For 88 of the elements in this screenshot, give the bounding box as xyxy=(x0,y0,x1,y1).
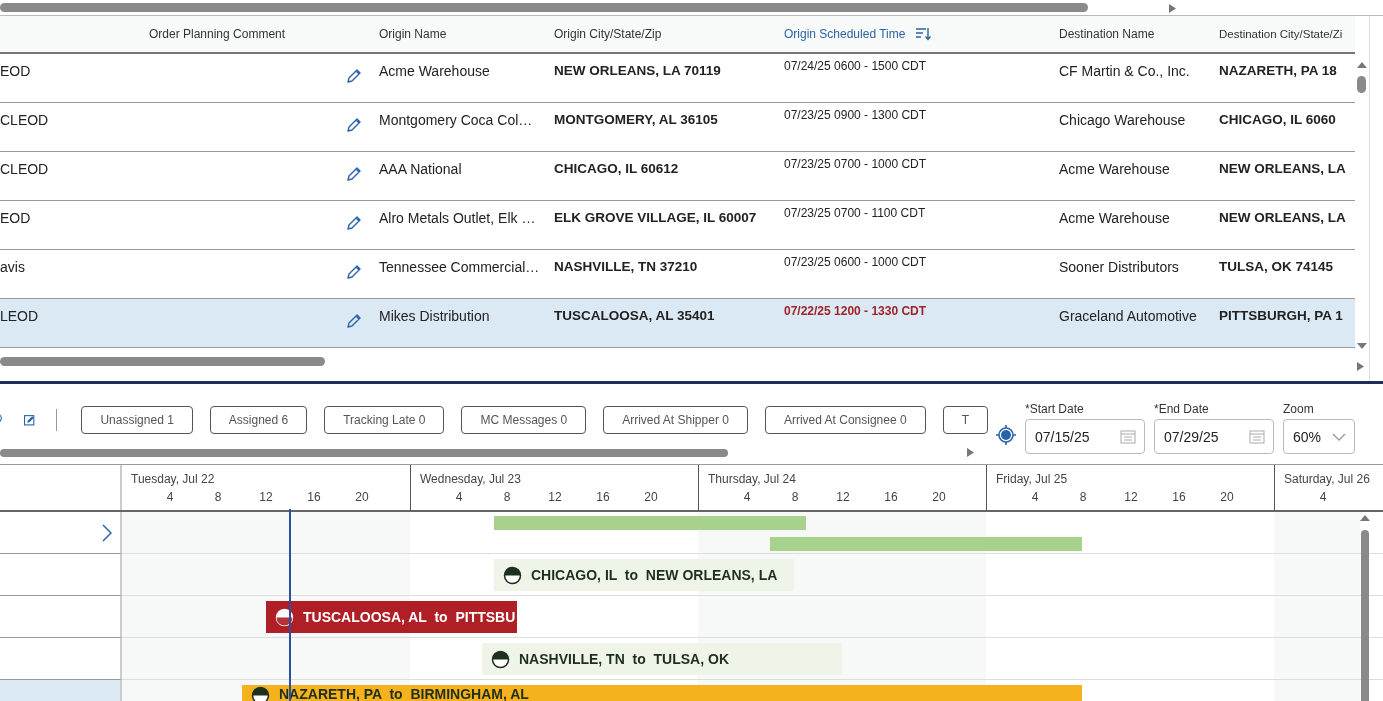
table-cell: LEOD xyxy=(0,308,39,324)
table-cell: 07/23/25 0600 - 1000 CDT xyxy=(784,255,927,269)
hour-label: 4 xyxy=(166,490,174,504)
hour-label: 8 xyxy=(1079,490,1087,504)
table-cell: MONTGOMERY, AL 36105 xyxy=(554,112,718,127)
table-cell: Graceland Automotive xyxy=(1059,308,1197,324)
table-cell: Montgomery Coca Col… xyxy=(379,112,533,128)
day-label: Saturday, Jul 26 xyxy=(1284,472,1370,486)
day-label: Friday, Jul 25 xyxy=(996,472,1068,486)
table-cell: ELK GROVE VILLAGE, IL 60007 xyxy=(554,210,757,225)
table-cell: Mikes Distribution xyxy=(379,308,490,324)
table-cell: NASHVILLE, TN 37210 xyxy=(554,259,698,274)
day-label: Thursday, Jul 24 xyxy=(708,472,796,486)
load-bar[interactable]: CHICAGO, IL to NEW ORLEANS, LA xyxy=(494,559,794,591)
hour-label: 4 xyxy=(743,490,751,504)
table-cell: AAA National xyxy=(379,161,462,177)
route-label: NASHVILLE, TN to TULSA, OK xyxy=(519,651,729,667)
field-label: *Start Date xyxy=(1025,402,1085,416)
table-cell: PITTSBURGH, PA 1 xyxy=(1219,308,1343,323)
hour-label: 12 xyxy=(1124,490,1138,504)
start-date-field[interactable]: 07/15/25 xyxy=(1025,419,1145,454)
column-header[interactable]: Destination City/State/Zi xyxy=(1219,28,1343,40)
table-cell: NEW ORLEANS, LA 70119 xyxy=(554,63,721,78)
column-header[interactable]: Origin Scheduled Time xyxy=(784,27,906,41)
table-cell: CLEOD xyxy=(0,161,49,177)
table-cell: CHICAGO, IL 6060 xyxy=(1219,112,1336,127)
filter-button[interactable]: Arrived At Consignee 0 xyxy=(764,406,926,434)
table-row[interactable]: LEOD Mikes Distribution TUSCALOOSA, AL 35401 07/22/25 1200 - 1330 CDT Graceland Automotive PITTSBURGH, PA 1 xyxy=(0,299,1355,348)
table-cell: TULSA, OK 74145 xyxy=(1219,259,1334,274)
load-bar[interactable]: TUSCALOOSA, AL to PITTSBU xyxy=(266,601,518,633)
hour-label: 8 xyxy=(214,490,222,504)
hour-label: 16 xyxy=(307,490,321,504)
column-header[interactable]: Origin Name xyxy=(379,27,447,41)
table-cell: EOD xyxy=(0,210,31,226)
table-cell: TUSCALOOSA, AL 35401 xyxy=(554,308,715,323)
table-cell: Acme Warehouse xyxy=(1059,161,1170,177)
filter-button[interactable]: Unassigned 1 xyxy=(81,406,193,434)
filter-button[interactable]: T xyxy=(942,406,988,434)
table-cell: NEW ORLEANS, LA xyxy=(1219,210,1346,225)
column-header[interactable]: Destination Name xyxy=(1059,27,1155,41)
table-cell: 07/24/25 0600 - 1500 CDT xyxy=(784,59,927,73)
hour-label: 16 xyxy=(1172,490,1186,504)
day-label: Tuesday, Jul 22 xyxy=(131,472,215,486)
filter-button[interactable]: Tracking Late 0 xyxy=(324,406,445,434)
field-label: Zoom xyxy=(1283,402,1315,416)
table-cell: Chicago Warehouse xyxy=(1059,112,1186,128)
hour-label: 4 xyxy=(1031,490,1039,504)
end-date-field[interactable]: 07/29/25 xyxy=(1154,419,1274,454)
table-cell: Tennessee Commercial… xyxy=(379,259,540,275)
hour-label: 8 xyxy=(791,490,799,504)
hour-label: 4 xyxy=(455,490,463,504)
hour-label: 20 xyxy=(1220,490,1234,504)
hour-label: 4 xyxy=(1319,490,1327,504)
filter-button[interactable]: MC Messages 0 xyxy=(461,406,587,434)
hour-label: 20 xyxy=(932,490,946,504)
filter-button[interactable]: Assigned 6 xyxy=(209,406,308,434)
filter-button[interactable]: Arrived At Shipper 0 xyxy=(603,406,748,434)
table-cell: 07/22/25 1200 - 1330 CDT xyxy=(784,304,927,318)
zoom-select[interactable]: 60% xyxy=(1283,419,1355,454)
hour-label: 12 xyxy=(548,490,562,504)
table-cell: 07/23/25 0900 - 1300 CDT xyxy=(784,108,927,122)
table-cell: EOD xyxy=(0,63,31,79)
hour-label: 12 xyxy=(259,490,273,504)
hour-label: 16 xyxy=(596,490,610,504)
route-label: CHICAGO, IL to NEW ORLEANS, LA xyxy=(531,567,778,583)
table-cell: CLEOD xyxy=(0,112,49,128)
table-cell: Acme Warehouse xyxy=(1059,210,1170,226)
hour-label: 16 xyxy=(884,490,898,504)
table-cell: Alro Metals Outlet, Elk … xyxy=(379,210,536,226)
route-label: TUSCALOOSA, AL to PITTSBU xyxy=(303,609,516,625)
hour-label: 12 xyxy=(836,490,850,504)
table-cell: Sooner Distributors xyxy=(1059,259,1179,275)
table-cell: 07/23/25 0700 - 1000 CDT xyxy=(784,157,927,171)
hour-label: 20 xyxy=(355,490,369,504)
table-cell: Acme Warehouse xyxy=(379,63,490,79)
column-header[interactable]: Order Planning Comment xyxy=(149,27,286,41)
table-cell: CHICAGO, IL 60612 xyxy=(554,161,679,176)
table-cell: CF Martin & Co., Inc. xyxy=(1059,63,1190,79)
hour-label: 8 xyxy=(503,490,511,504)
table-cell: NAZARETH, PA 18 xyxy=(1219,63,1337,78)
field-label: *End Date xyxy=(1154,402,1210,416)
hour-label: 20 xyxy=(644,490,658,504)
load-bar[interactable]: NASHVILLE, TN to TULSA, OK xyxy=(482,643,842,675)
table-cell: avis xyxy=(0,259,25,275)
table-cell: NEW ORLEANS, LA xyxy=(1219,161,1346,176)
day-label: Wednesday, Jul 23 xyxy=(420,472,521,486)
column-header[interactable]: Origin City/State/Zip xyxy=(554,27,662,41)
table-cell: 07/23/25 0700 - 1100 CDT xyxy=(784,206,926,220)
